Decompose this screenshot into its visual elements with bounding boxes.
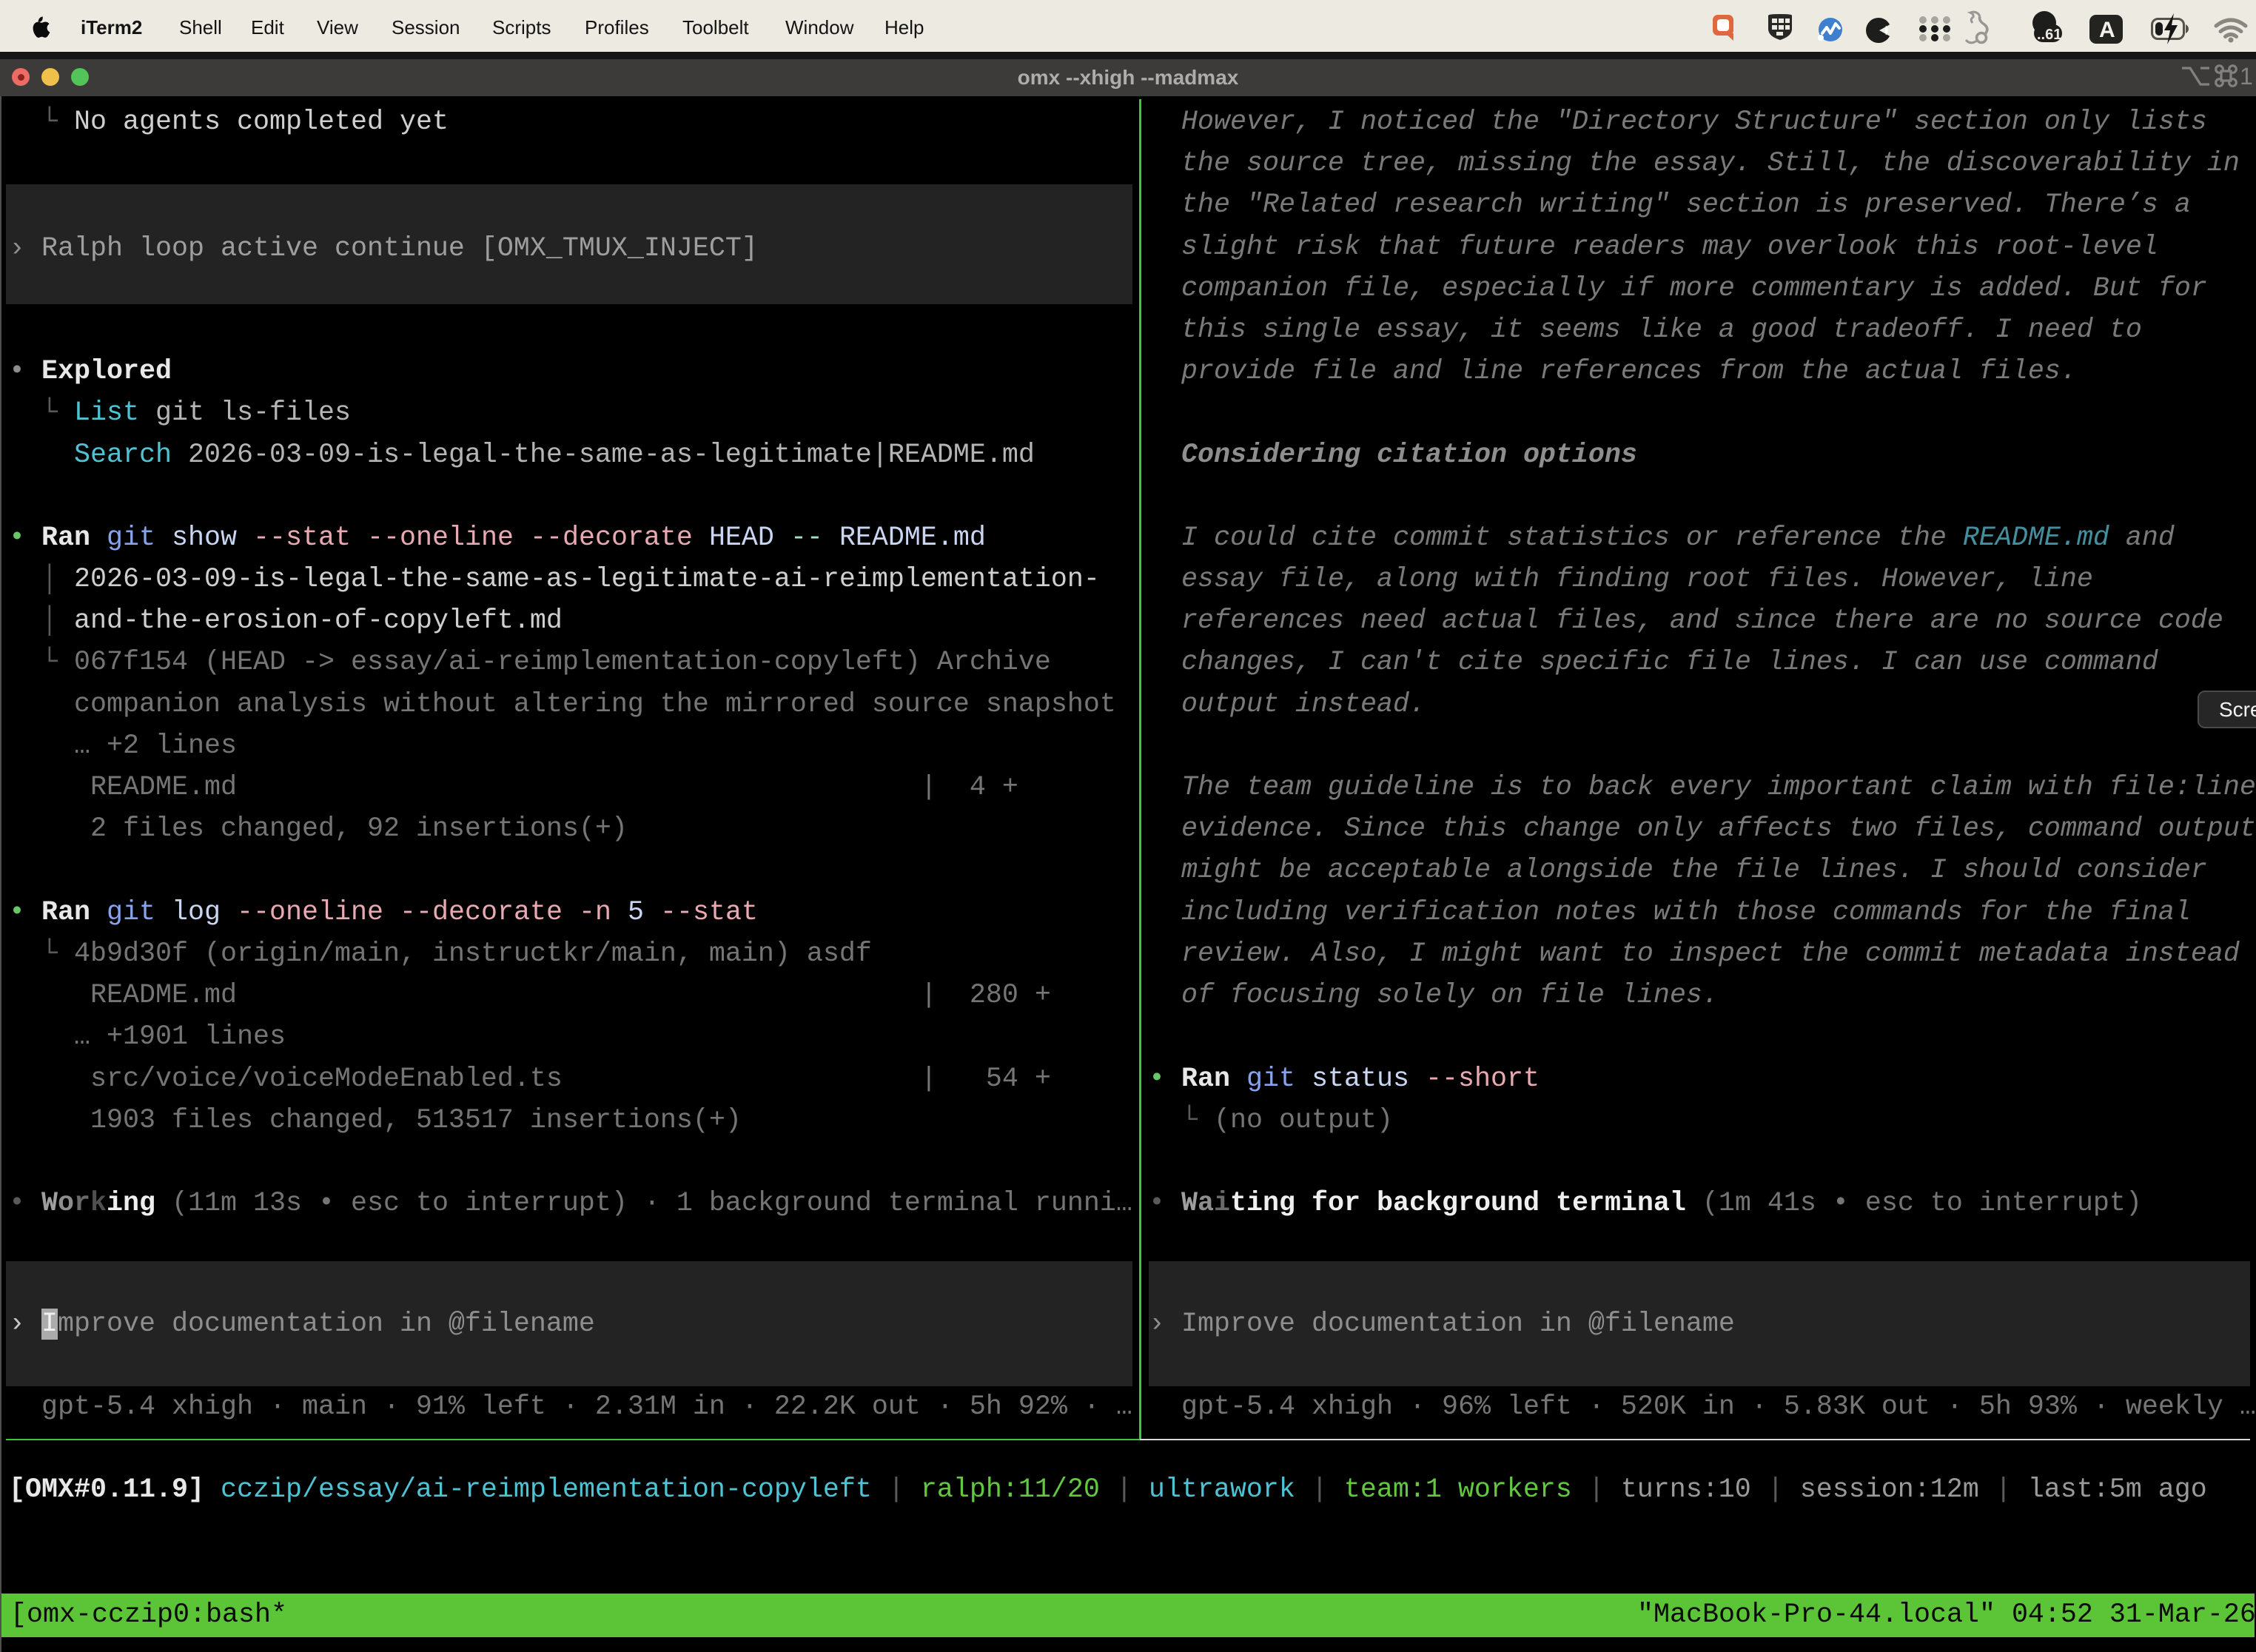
svg-text:..61: ..61 bbox=[2037, 27, 2061, 43]
svg-text:1: 1 bbox=[2240, 63, 2253, 90]
svg-text:A: A bbox=[2099, 18, 2115, 42]
